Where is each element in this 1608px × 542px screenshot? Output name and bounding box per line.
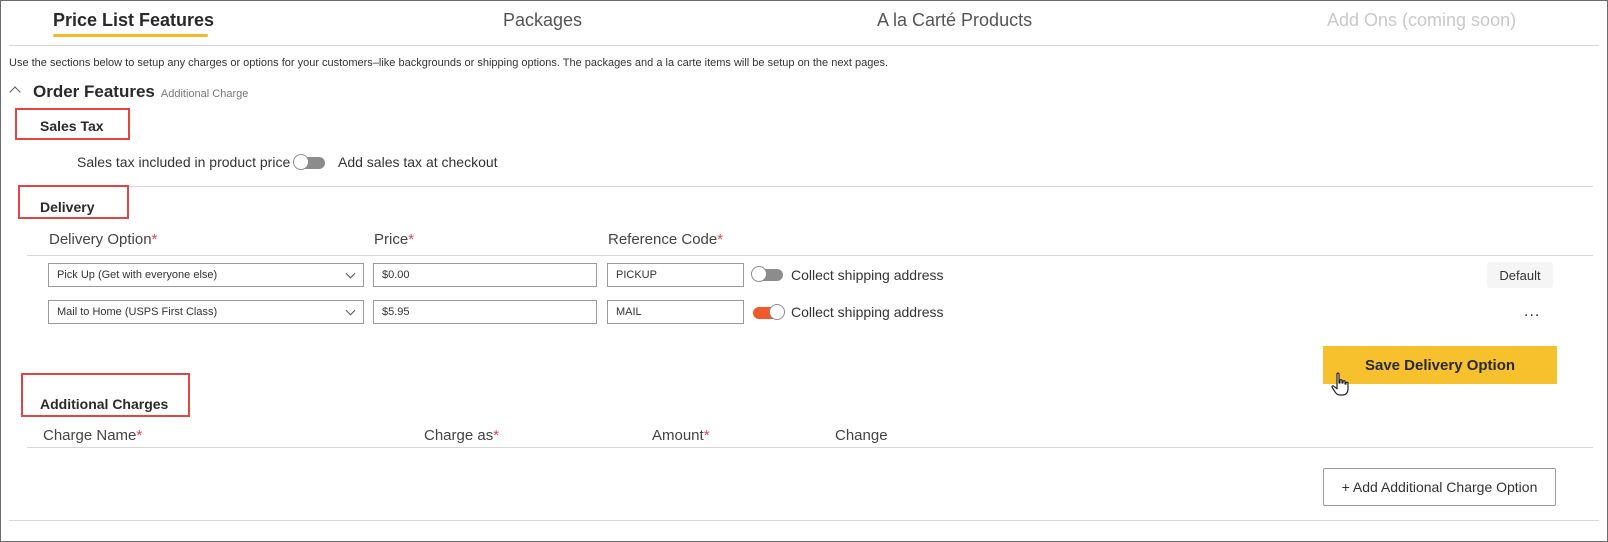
collect-shipping-label: Collect shipping address xyxy=(791,304,944,320)
charge-as-header: Charge as* xyxy=(424,427,500,444)
sales-tax-divider xyxy=(27,186,1593,187)
sales-tax-toggle[interactable] xyxy=(293,154,325,170)
sales-tax-included-label: Sales tax included in product price xyxy=(77,154,291,170)
section-title: Order Features xyxy=(33,82,155,101)
section-subtitle: Additional Charge xyxy=(160,88,249,100)
hand-pointer-icon xyxy=(1331,372,1349,396)
amount-header: Amount* xyxy=(652,427,710,444)
bottom-divider xyxy=(9,520,1599,521)
charge-name-header: Charge Name* xyxy=(43,427,143,444)
reference-code-input[interactable]: MAIL xyxy=(607,300,744,324)
more-options-icon[interactable]: ... xyxy=(1524,303,1540,321)
save-delivery-option-button[interactable]: Save Delivery Option xyxy=(1323,346,1557,384)
delivery-title: Delivery xyxy=(40,199,95,215)
tab-packages[interactable]: Packages xyxy=(503,10,582,31)
intro-text: Use the sections below to setup any char… xyxy=(9,57,889,69)
select-value: Pick Up (Get with everyone else) xyxy=(57,269,218,281)
chevron-down-icon xyxy=(345,268,356,279)
default-button[interactable]: Default xyxy=(1487,262,1553,288)
tab-price-list-features[interactable]: Price List Features xyxy=(53,10,214,31)
chevron-up-icon[interactable] xyxy=(9,86,21,98)
delivery-option-select[interactable]: Mail to Home (USPS First Class) xyxy=(48,300,364,324)
toggle-knob xyxy=(293,154,309,170)
collect-shipping-toggle[interactable] xyxy=(753,304,785,320)
toggle-knob xyxy=(769,304,785,320)
collect-shipping-toggle[interactable] xyxy=(751,266,783,282)
additional-charges-title: Additional Charges xyxy=(40,396,169,412)
price-header: Price* xyxy=(374,231,415,248)
select-value: Mail to Home (USPS First Class) xyxy=(57,306,218,318)
price-input[interactable]: $0.00 xyxy=(373,263,597,287)
collect-shipping-label: Collect shipping address xyxy=(791,267,944,283)
price-input[interactable]: $5.95 xyxy=(373,300,597,324)
toggle-knob xyxy=(751,266,767,282)
tabs-divider xyxy=(9,45,1599,46)
sales-tax-title: Sales Tax xyxy=(40,118,104,134)
chevron-down-icon xyxy=(345,305,356,316)
sales-tax-checkout-label: Add sales tax at checkout xyxy=(338,154,498,170)
order-features-header[interactable]: Order Features Additional Charge xyxy=(9,82,249,102)
active-tab-indicator xyxy=(53,34,208,37)
add-additional-charge-button[interactable]: + Add Additional Charge Option xyxy=(1323,468,1556,506)
delivery-header-divider xyxy=(27,255,1593,256)
charges-header-divider xyxy=(27,447,1593,448)
reference-code-header: Reference Code* xyxy=(608,231,724,248)
change-header: Change xyxy=(835,427,888,444)
tab-a-la-carte-products[interactable]: A la Carté Products xyxy=(877,10,1032,31)
reference-code-input[interactable]: PICKUP xyxy=(607,263,744,287)
delivery-option-select[interactable]: Pick Up (Get with everyone else) xyxy=(48,263,364,287)
tab-add-ons: Add Ons (coming soon) xyxy=(1327,10,1517,30)
app-frame: Price List Features Packages A la Carté … xyxy=(0,0,1608,542)
delivery-option-header: Delivery Option* xyxy=(49,231,158,248)
